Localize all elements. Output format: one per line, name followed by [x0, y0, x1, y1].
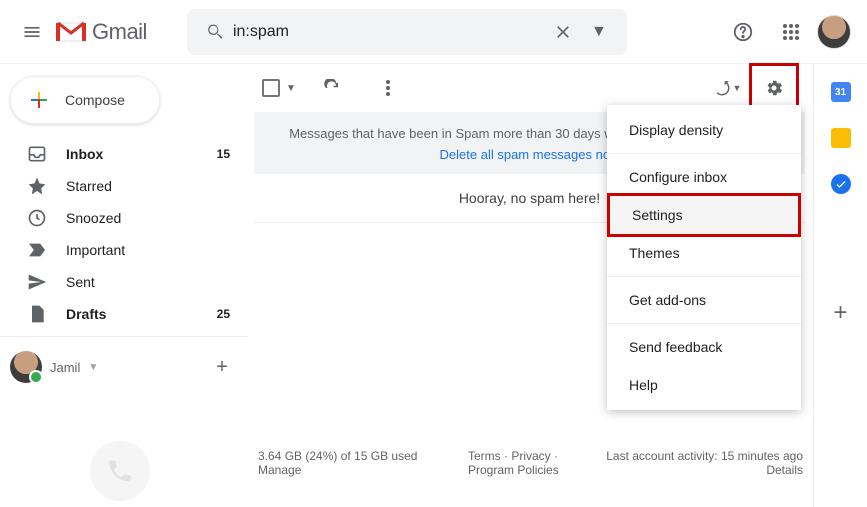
nav-sent[interactable]: Sent — [0, 266, 248, 298]
menu-display-density[interactable]: Display density — [607, 111, 801, 149]
sidebar: Compose Inbox 15 Starred Snoozed Importa… — [0, 64, 248, 507]
menu-configure-inbox[interactable]: Configure inbox — [607, 158, 801, 196]
calendar-icon[interactable]: 31 — [831, 82, 851, 102]
nav-label: Starred — [66, 178, 230, 194]
account-avatar[interactable] — [817, 15, 851, 49]
nav-starred[interactable]: Starred — [0, 170, 248, 202]
program-link[interactable]: Program Policies — [468, 463, 559, 477]
terms-link[interactable]: Terms — [468, 449, 501, 463]
compose-label: Compose — [65, 92, 125, 108]
nav-count: 25 — [217, 307, 230, 321]
manage-link[interactable]: Manage — [258, 463, 301, 477]
divider — [607, 276, 801, 277]
phone-icon[interactable] — [90, 441, 150, 501]
nav-snoozed[interactable]: Snoozed — [0, 202, 248, 234]
delete-spam-link[interactable]: Delete all spam messages now — [440, 147, 620, 162]
compose-button[interactable]: Compose — [10, 76, 160, 124]
privacy-link[interactable]: Privacy — [511, 449, 550, 463]
search-options-icon[interactable]: ▼ — [581, 14, 617, 50]
divider — [607, 153, 801, 154]
search-input[interactable] — [233, 23, 545, 41]
select-all-checkbox[interactable]: ▼ — [262, 79, 296, 97]
search-icon[interactable] — [197, 22, 233, 42]
hangouts-name: Jamil — [50, 360, 80, 375]
more-icon[interactable] — [368, 68, 408, 108]
star-icon — [26, 175, 48, 197]
gmail-logo[interactable]: Gmail — [56, 19, 147, 45]
menu-get-addons[interactable]: Get add-ons — [607, 281, 801, 319]
menu-themes[interactable]: Themes — [607, 234, 801, 272]
logo-text: Gmail — [92, 19, 147, 45]
important-icon — [26, 239, 48, 261]
search-bar: ▼ — [187, 9, 627, 55]
support-icon[interactable] — [721, 10, 765, 54]
menu-send-feedback[interactable]: Send feedback — [607, 328, 801, 366]
refresh-icon[interactable] — [312, 68, 352, 108]
hangouts-row: Jamil ▼ + — [0, 343, 248, 391]
header: Gmail ▼ — [0, 0, 867, 64]
drafts-icon — [26, 303, 48, 325]
main-menu-button[interactable] — [8, 8, 56, 56]
add-addon-icon[interactable]: + — [833, 299, 847, 327]
nav-label: Snoozed — [66, 210, 230, 226]
settings-icon[interactable] — [754, 68, 794, 108]
new-chat-icon[interactable]: + — [206, 351, 238, 383]
plus-icon — [27, 88, 51, 112]
apps-icon[interactable] — [769, 10, 813, 54]
footer: 3.64 GB (24%) of 15 GB used Manage Terms… — [258, 449, 803, 477]
divider — [0, 336, 248, 337]
divider — [607, 323, 801, 324]
header-right — [721, 10, 859, 54]
tasks-icon[interactable] — [831, 174, 851, 194]
clear-search-icon[interactable] — [545, 14, 581, 50]
menu-settings[interactable]: Settings — [610, 196, 798, 234]
highlight-settings-item: Settings — [607, 193, 801, 237]
nav-label: Sent — [66, 274, 230, 290]
caret-down-icon[interactable]: ▼ — [88, 362, 98, 373]
nav-label: Important — [66, 242, 230, 258]
menu-help[interactable]: Help — [607, 366, 801, 404]
nav-inbox[interactable]: Inbox 15 — [0, 138, 248, 170]
keep-icon[interactable] — [831, 128, 851, 148]
clock-icon — [26, 207, 48, 229]
nav-count: 15 — [217, 147, 230, 161]
sent-icon — [26, 271, 48, 293]
activity-text: Last account activity: 15 minutes ago — [606, 449, 803, 463]
side-panel: 31 + — [813, 64, 867, 507]
nav-important[interactable]: Important — [0, 234, 248, 266]
inbox-icon — [26, 143, 48, 165]
nav-drafts[interactable]: Drafts 25 — [0, 298, 248, 330]
storage-text: 3.64 GB (24%) of 15 GB used — [258, 449, 468, 463]
details-link[interactable]: Details — [766, 463, 803, 477]
settings-menu: Display density Configure inbox Settings… — [607, 105, 801, 410]
input-tools-icon[interactable]: ▼ — [707, 68, 747, 108]
hangouts-avatar[interactable] — [10, 351, 42, 383]
nav-label: Inbox — [66, 146, 217, 162]
nav-label: Drafts — [66, 306, 217, 322]
gmail-icon — [56, 21, 86, 43]
